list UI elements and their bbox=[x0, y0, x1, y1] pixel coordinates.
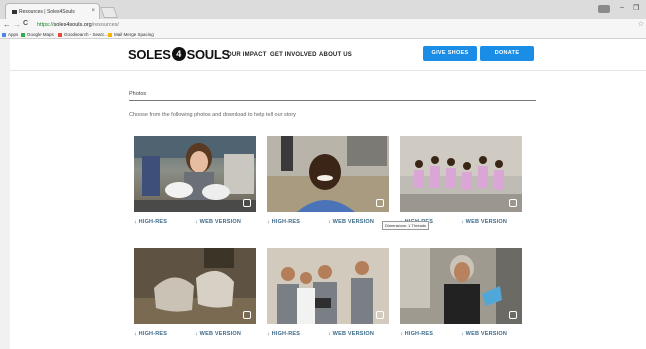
photo-volunteers-group[interactable] bbox=[267, 248, 389, 324]
bookmark-icon bbox=[21, 32, 25, 37]
bookmark-item[interactable]: Mail Merge Spacing bbox=[108, 31, 154, 38]
url-host: soles4souls.org bbox=[53, 22, 92, 28]
photo-volunteers-group-image bbox=[267, 248, 389, 324]
nav-about-us[interactable]: ABOUT US bbox=[319, 52, 352, 58]
back-icon[interactable]: ← bbox=[3, 20, 11, 29]
bookmark-item[interactable]: Goodsearch - Searc... bbox=[58, 31, 108, 38]
bookmark-label: Apps bbox=[8, 32, 19, 37]
high-res-link[interactable]: ↓ HIGH-RES bbox=[267, 219, 300, 225]
photo-girl-with-sneakers[interactable] bbox=[134, 136, 256, 212]
expand-icon[interactable] bbox=[243, 311, 251, 319]
bookmarks-bar: Apps Google Maps Goodsearch - Searc... Mail… bbox=[0, 31, 646, 39]
tooltip: Dimensions: 1 Threads bbox=[382, 221, 430, 230]
photo-girl-with-sneakers-image bbox=[134, 136, 256, 212]
intro-text: Choose from the following photos and dow… bbox=[129, 112, 296, 118]
url-path: /resources/ bbox=[91, 22, 119, 28]
web-version-link[interactable]: ↓ WEB VERSION bbox=[195, 331, 241, 337]
photo-dancing-girls-image bbox=[400, 136, 522, 212]
bookmark-icon bbox=[58, 32, 62, 37]
tab-title: Resources | Soles4Souls bbox=[19, 9, 75, 15]
high-res-link[interactable]: ↓ HIGH-RES bbox=[134, 219, 167, 225]
bookmark-item[interactable]: Google Maps bbox=[21, 31, 54, 38]
section-title: Photos bbox=[129, 91, 147, 97]
bookmark-label: Goodsearch - Searc... bbox=[64, 32, 109, 37]
photo-worn-shoes-image bbox=[134, 248, 256, 324]
favicon-icon bbox=[12, 9, 17, 14]
browser-tab[interactable]: Resources | Soles4Souls × bbox=[5, 3, 100, 19]
browser-tab-strip: Resources | Soles4Souls × – ❐ bbox=[0, 0, 646, 19]
photo-woman-with-shoes[interactable] bbox=[400, 248, 522, 324]
nav-get-involved[interactable]: GET INVOLVED bbox=[270, 52, 317, 58]
new-tab-button[interactable] bbox=[99, 7, 119, 18]
url-scheme: https:// bbox=[37, 22, 54, 28]
site-logo[interactable]: SOLES 4 SOULS bbox=[128, 47, 230, 62]
donate-button[interactable]: DONATE bbox=[480, 46, 534, 61]
tab-close-icon[interactable]: × bbox=[91, 8, 95, 14]
photo-smiling-boy-image bbox=[267, 136, 389, 212]
bookmark-label: Google Maps bbox=[27, 32, 54, 37]
site-header: SOLES 4 SOULS OUR IMPACT GET INVOLVED ABOU… bbox=[10, 39, 646, 71]
bookmark-icon bbox=[2, 32, 6, 37]
section-divider bbox=[129, 100, 536, 101]
bookmark-label: Mail Merge Spacing bbox=[114, 32, 154, 37]
expand-icon[interactable] bbox=[376, 199, 384, 207]
expand-icon[interactable] bbox=[243, 199, 251, 207]
web-page: SOLES 4 SOULS OUR IMPACT GET INVOLVED ABOU… bbox=[10, 39, 646, 349]
web-version-link[interactable]: ↓ WEB VERSION bbox=[461, 219, 507, 225]
web-version-link[interactable]: ↓ WEB VERSION bbox=[328, 331, 374, 337]
bookmark-star-icon[interactable]: ☆ bbox=[638, 20, 644, 28]
web-version-link[interactable]: ↓ WEB VERSION bbox=[195, 219, 241, 225]
logo-text-left: SOLES bbox=[128, 47, 171, 62]
photo-worn-shoes[interactable] bbox=[134, 248, 256, 324]
nav-our-impact[interactable]: OUR IMPACT bbox=[227, 52, 267, 58]
high-res-link[interactable]: ↓ HIGH-RES bbox=[400, 331, 433, 337]
bookmark-item[interactable]: Apps bbox=[2, 31, 18, 38]
url-field[interactable]: https://soles4souls.org/resources/ bbox=[37, 21, 637, 29]
user-profile-icon[interactable] bbox=[598, 5, 610, 13]
expand-icon[interactable] bbox=[509, 199, 517, 207]
high-res-link[interactable]: ↓ HIGH-RES bbox=[267, 331, 300, 337]
web-version-link[interactable]: ↓ WEB VERSION bbox=[461, 331, 507, 337]
logo-text-right: SOULS bbox=[186, 47, 231, 62]
bookmark-icon bbox=[108, 32, 112, 37]
address-bar-row: ← → C https://soles4souls.org/resources/… bbox=[0, 19, 646, 31]
logo-number-circle: 4 bbox=[171, 47, 186, 61]
photo-smiling-boy[interactable] bbox=[267, 136, 389, 212]
minimize-icon[interactable]: – bbox=[620, 4, 624, 11]
give-shoes-button[interactable]: GIVE SHOES bbox=[423, 46, 477, 61]
photo-dancing-girls[interactable] bbox=[400, 136, 522, 212]
photo-woman-with-shoes-image bbox=[400, 248, 522, 324]
high-res-link[interactable]: ↓ HIGH-RES bbox=[134, 331, 167, 337]
web-version-link[interactable]: ↓ WEB VERSION bbox=[328, 219, 374, 225]
forward-icon[interactable]: → bbox=[13, 20, 21, 29]
expand-icon[interactable] bbox=[509, 311, 517, 319]
expand-icon[interactable] bbox=[376, 311, 384, 319]
reload-icon[interactable]: C bbox=[23, 20, 28, 27]
restore-icon[interactable]: ❐ bbox=[633, 4, 639, 12]
